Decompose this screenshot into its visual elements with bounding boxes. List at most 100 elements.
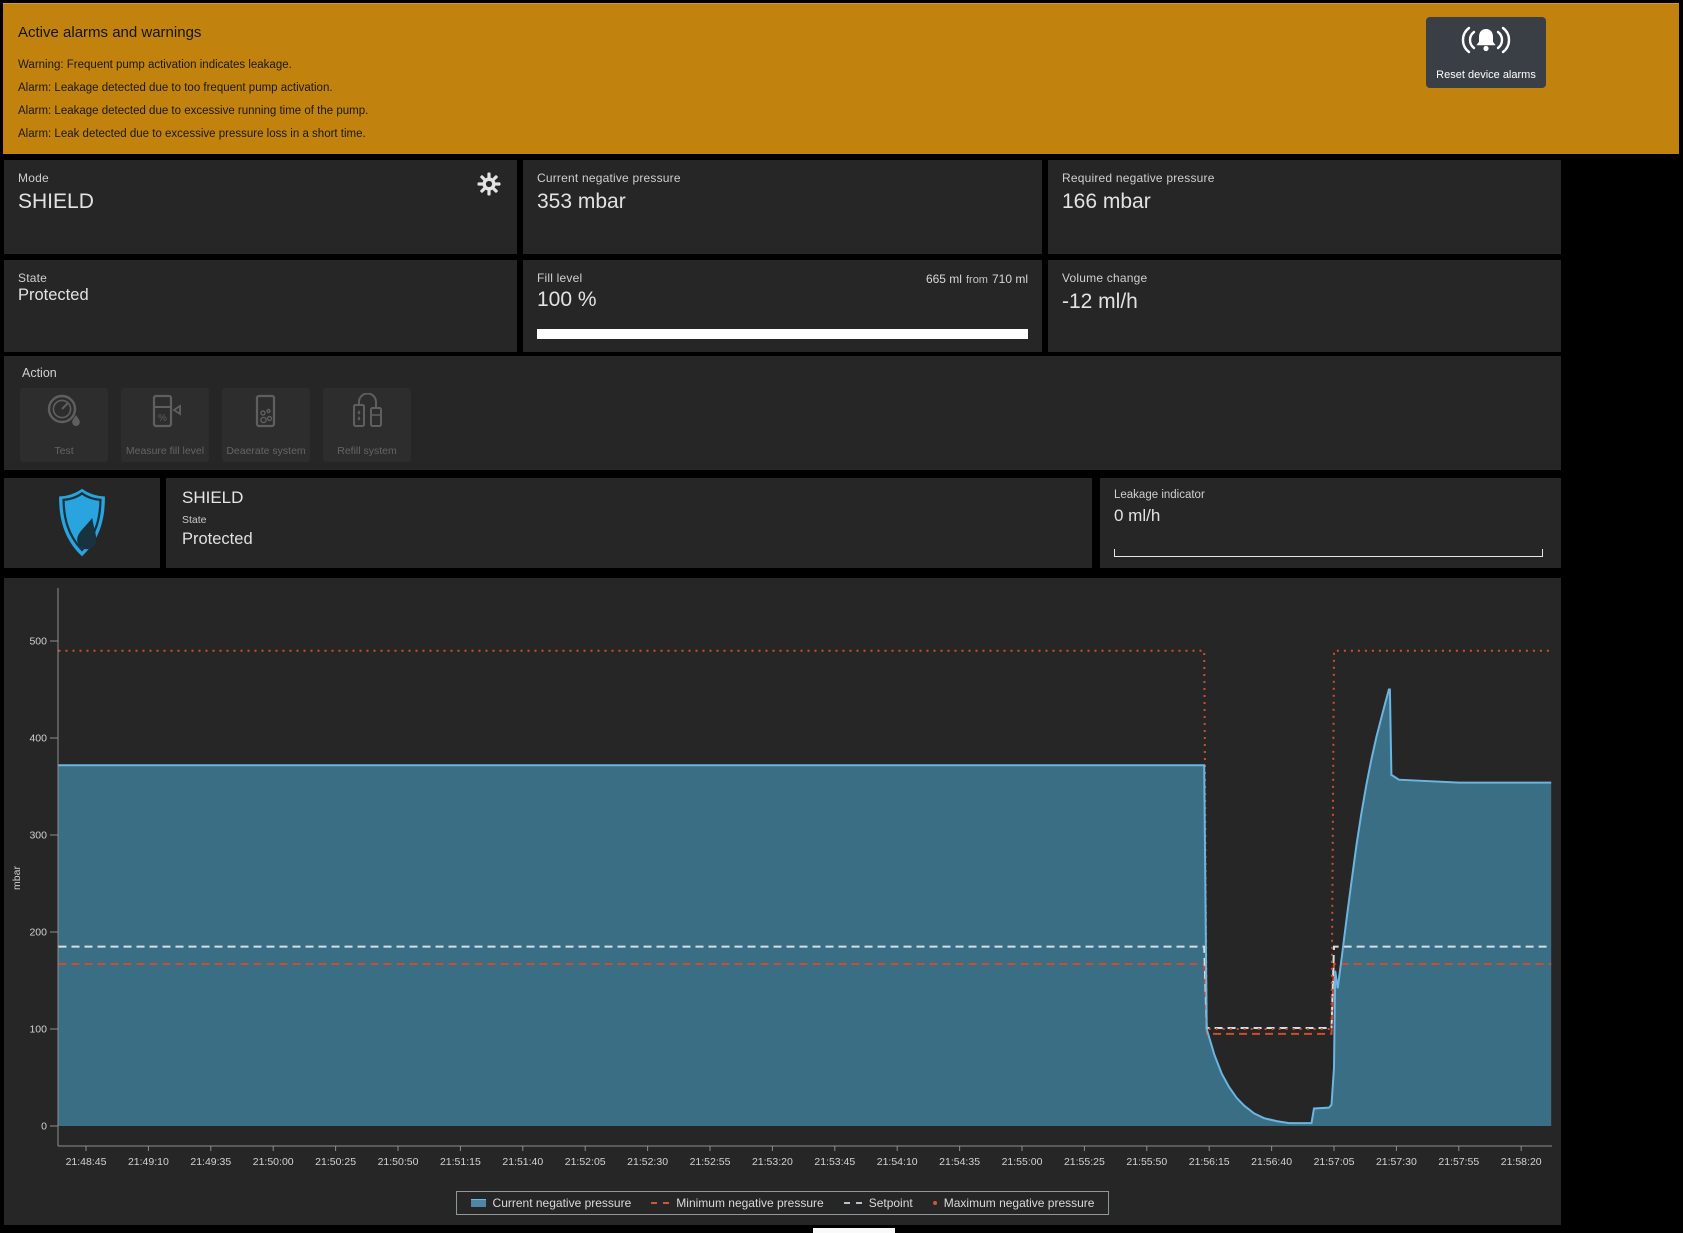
fill-from-word: from: [962, 274, 992, 286]
alarm-bell-waves-icon: [1460, 24, 1512, 60]
leakage-indicator-gauge: [1114, 549, 1543, 557]
action-button-label: Measure fill level: [121, 445, 209, 457]
fill-capacity: 710 ml: [992, 272, 1028, 286]
action-button-refill-system[interactable]: Refill system: [323, 388, 411, 462]
x-tick-label: 21:55:25: [1064, 1156, 1105, 1168]
shield-status-card: SHIELD State Protected: [166, 478, 1092, 568]
y-tick-label: 500: [29, 636, 47, 648]
legend-item-minimum-negative-pressure: Minimum negative pressure: [651, 1196, 823, 1210]
volume-change-label: Volume change: [1062, 271, 1147, 285]
taskbar-peek-handle[interactable]: [813, 1228, 895, 1233]
container-percent-icon: %: [146, 393, 184, 431]
action-button-test[interactable]: Test: [20, 388, 108, 462]
active-alarms-banner: Active alarms and warnings Warning: Freq…: [3, 3, 1679, 154]
x-tick-label: 21:50:50: [378, 1156, 419, 1168]
x-tick-label: 21:54:35: [939, 1156, 980, 1168]
refill-containers-icon: [348, 393, 386, 431]
action-panel: Action Test % Measure fill level Deaerat…: [4, 356, 1561, 470]
y-tick-label: 300: [29, 830, 47, 842]
shield-icon-card: [4, 478, 160, 568]
mode-card: Mode SHIELD: [4, 160, 517, 254]
container-bubbles-icon: [247, 393, 285, 431]
status-state-label: State: [182, 514, 207, 526]
fill-level-bar-track: [537, 329, 1028, 339]
y-axis-unit-label: mbar: [11, 866, 23, 890]
reset-device-alarms-button[interactable]: Reset device alarms: [1426, 17, 1546, 88]
action-button-deaerate-system[interactable]: Deaerate system: [222, 388, 310, 462]
required-pressure-value: 166 mbar: [1062, 190, 1151, 214]
alarm-message: Alarm: Leakage detected due to too frequ…: [18, 82, 333, 94]
legend-item-setpoint: Setpoint: [844, 1196, 913, 1210]
pressure-chart: 0100200300400500mbar21:48:4521:49:1021:4…: [4, 578, 1561, 1190]
x-tick-label: 21:57:55: [1438, 1156, 1479, 1168]
device-dashboard: { "alarm_banner": { "title": "Active ala…: [0, 0, 1683, 1233]
state-label: State: [18, 271, 47, 285]
x-tick-label: 21:49:10: [128, 1156, 169, 1168]
y-tick-label: 0: [41, 1121, 47, 1133]
fill-amount: 665 ml: [926, 272, 962, 286]
legend-swatch-area: [471, 1199, 486, 1207]
legend-label: Setpoint: [869, 1196, 913, 1210]
action-button-row: Test % Measure fill level Deaerate syste…: [20, 388, 411, 462]
x-tick-label: 21:51:15: [440, 1156, 481, 1168]
gauge-droplet-icon: [45, 393, 83, 431]
leakage-indicator-value: 0 ml/h: [1114, 506, 1160, 526]
reset-button-label: Reset device alarms: [1426, 69, 1546, 81]
alarm-message: Alarm: Leak detected due to excessive pr…: [18, 128, 366, 140]
action-button-label: Refill system: [323, 445, 411, 457]
x-tick-label: 21:53:45: [814, 1156, 855, 1168]
series-area-current-negative-pressure: [59, 690, 1552, 1127]
status-mode-title: SHIELD: [182, 488, 243, 508]
alarms-banner-title: Active alarms and warnings: [18, 24, 201, 41]
fill-level-value: 100 %: [537, 288, 597, 312]
pressure-chart-panel: 0100200300400500mbar21:48:4521:49:1021:4…: [4, 578, 1561, 1225]
leakage-indicator-card: Leakage indicator 0 ml/h: [1100, 478, 1561, 568]
x-tick-label: 21:49:35: [190, 1156, 231, 1168]
volume-change-card: Volume change -12 ml/h: [1048, 260, 1561, 352]
blue-shield-droplet-icon: [53, 487, 111, 559]
legend-label: Current negative pressure: [493, 1196, 632, 1210]
action-panel-label: Action: [22, 366, 57, 380]
svg-text:%: %: [158, 413, 167, 424]
x-tick-label: 21:56:15: [1189, 1156, 1230, 1168]
required-pressure-card: Required negative pressure 166 mbar: [1048, 160, 1561, 254]
legend-swatch-dash: [844, 1202, 862, 1204]
y-tick-label: 100: [29, 1024, 47, 1036]
x-tick-label: 21:48:45: [66, 1156, 107, 1168]
fill-level-label: Fill level: [537, 271, 582, 285]
x-tick-label: 21:51:40: [502, 1156, 543, 1168]
alarm-message: Warning: Frequent pump activation indica…: [18, 59, 292, 71]
x-tick-label: 21:55:50: [1126, 1156, 1167, 1168]
x-tick-label: 21:53:20: [752, 1156, 793, 1168]
status-state-value: Protected: [182, 530, 253, 549]
y-tick-label: 200: [29, 927, 47, 939]
legend-item-maximum-negative-pressure: Maximum negative pressure: [933, 1196, 1095, 1210]
required-pressure-label: Required negative pressure: [1062, 171, 1215, 185]
mode-label: Mode: [18, 171, 49, 185]
x-tick-label: 21:52:05: [565, 1156, 606, 1168]
fill-level-bar: [537, 329, 1028, 339]
x-tick-label: 21:58:20: [1501, 1156, 1542, 1168]
leakage-indicator-label: Leakage indicator: [1114, 489, 1205, 501]
alarm-message: Alarm: Leakage detected due to excessive…: [18, 105, 368, 117]
x-tick-label: 21:57:05: [1314, 1156, 1355, 1168]
legend-swatch-dash: [651, 1202, 669, 1204]
mode-value: SHIELD: [18, 190, 94, 214]
legend-label: Maximum negative pressure: [944, 1196, 1095, 1210]
action-button-measure-fill-level[interactable]: % Measure fill level: [121, 388, 209, 462]
x-tick-label: 21:50:25: [315, 1156, 356, 1168]
fill-level-amounts: 665 mlfrom710 ml: [926, 272, 1028, 286]
legend-swatch-dot: [933, 1201, 937, 1205]
action-button-label: Test: [20, 445, 108, 457]
state-card: State Protected: [4, 260, 517, 352]
legend-label: Minimum negative pressure: [676, 1196, 823, 1210]
chart-legend: Current negative pressure Minimum negativ…: [456, 1191, 1110, 1215]
gear-icon[interactable]: [477, 172, 501, 196]
current-pressure-value: 353 mbar: [537, 190, 626, 214]
fill-level-card: Fill level 100 % 665 mlfrom710 ml: [523, 260, 1042, 352]
x-tick-label: 21:50:00: [253, 1156, 294, 1168]
current-pressure-label: Current negative pressure: [537, 171, 681, 185]
x-tick-label: 21:54:10: [877, 1156, 918, 1168]
x-tick-label: 21:55:00: [1002, 1156, 1043, 1168]
volume-change-value: -12 ml/h: [1062, 290, 1138, 314]
